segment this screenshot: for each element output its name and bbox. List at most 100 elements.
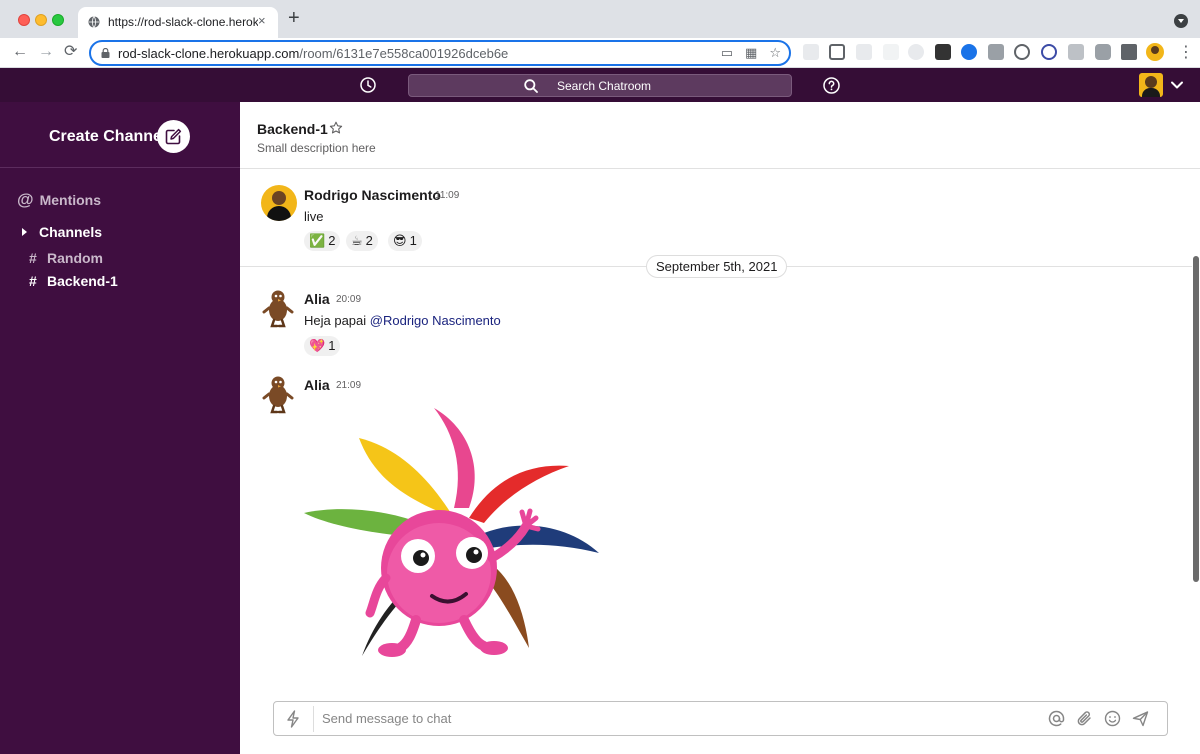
message-author[interactable]: Alia bbox=[304, 291, 330, 307]
channels-label: Channels bbox=[39, 224, 103, 240]
tab-search-icon[interactable] bbox=[1174, 14, 1188, 28]
message-scrollbar[interactable] bbox=[1193, 256, 1199, 582]
extension-eyedropper-icon[interactable] bbox=[803, 44, 819, 60]
qr-code-icon[interactable]: ▦ bbox=[745, 45, 757, 61]
reaction-check[interactable]: ✅ 2 bbox=[304, 231, 341, 251]
cast-icon[interactable]: ▭ bbox=[721, 45, 733, 61]
create-channel-button[interactable] bbox=[157, 120, 190, 153]
caret-right-icon bbox=[22, 228, 27, 236]
message-author[interactable]: Alia bbox=[304, 377, 330, 393]
search-chatroom-input[interactable]: Search Chatroom bbox=[408, 74, 792, 97]
channels-section-toggle[interactable]: Channels bbox=[22, 224, 102, 240]
globe-icon bbox=[88, 16, 100, 28]
extensions-puzzle-icon[interactable] bbox=[1121, 44, 1137, 60]
reaction-heart[interactable]: 💖 1 bbox=[304, 336, 341, 356]
new-tab-button[interactable]: + bbox=[288, 8, 300, 28]
minimize-window-button[interactable] bbox=[35, 14, 47, 26]
create-channel-label: Create Channel bbox=[49, 128, 167, 145]
date-divider: September 5th, 2021 bbox=[646, 255, 788, 278]
extension-search-icon[interactable] bbox=[908, 44, 924, 60]
extension-code-icon[interactable] bbox=[988, 44, 1004, 60]
extension-blank-icon[interactable] bbox=[883, 44, 899, 60]
sidebar-item-mentions[interactable]: @ Mentions bbox=[17, 190, 101, 210]
lock-icon bbox=[101, 48, 110, 58]
browser-toolbar: ← → ⟳ rod-slack-clone.herokuapp.com/room… bbox=[0, 38, 1200, 68]
extension-camera-icon[interactable] bbox=[1095, 44, 1111, 60]
channel-name: Backend-1 bbox=[47, 273, 118, 289]
message-input[interactable]: Send message to chat bbox=[322, 711, 451, 726]
extension-screenshot-icon[interactable] bbox=[829, 44, 845, 60]
message-text: live bbox=[304, 209, 324, 224]
chevron-down-icon[interactable] bbox=[1170, 78, 1184, 92]
profile-avatar[interactable] bbox=[1146, 43, 1164, 61]
avatar[interactable] bbox=[261, 185, 297, 221]
sticker-image[interactable] bbox=[304, 408, 604, 660]
omnibox-actions: ▭ ▦ ☆ bbox=[721, 45, 781, 61]
message-time: 11:09 bbox=[435, 190, 460, 201]
address-bar[interactable]: rod-slack-clone.herokuapp.com/room/6131e… bbox=[89, 40, 791, 66]
reaction-count: 1 bbox=[328, 338, 336, 353]
channel-title: Backend-1 bbox=[257, 121, 328, 137]
mentions-label: Mentions bbox=[39, 192, 102, 208]
send-icon[interactable] bbox=[1132, 710, 1149, 727]
coffee-emoji-icon: ☕ bbox=[351, 233, 363, 248]
message-author[interactable]: Rodrigo Nascimento bbox=[304, 187, 441, 203]
back-button[interactable]: ← bbox=[12, 43, 28, 61]
avatar[interactable] bbox=[262, 288, 294, 328]
composer-divider bbox=[313, 706, 314, 732]
extension-grid-icon[interactable] bbox=[856, 44, 872, 60]
message-composer: Send message to chat bbox=[273, 701, 1168, 736]
smiley-icon[interactable] bbox=[1104, 710, 1121, 727]
clock-icon[interactable] bbox=[360, 77, 376, 93]
reaction-sunglasses[interactable]: 😎 1 bbox=[388, 231, 422, 251]
browser-tab-bar: https://rod-slack-clone.herokuapp.com/ro… bbox=[0, 0, 1200, 38]
search-placeholder: Search Chatroom bbox=[557, 79, 652, 93]
extension-medium-icon[interactable] bbox=[935, 44, 951, 60]
star-icon[interactable] bbox=[329, 121, 343, 135]
at-icon: @ bbox=[17, 190, 34, 209]
message-list: Rodrigo Nascimento 11:09 live ✅ 2 ☕ 2 😎 1 S… bbox=[240, 170, 1192, 694]
sidebar-item-backend-1[interactable]: # Backend-1 bbox=[29, 273, 118, 289]
reaction-coffee[interactable]: ☕ 2 bbox=[346, 231, 378, 251]
sidebar: Create Channel @ Mentions Channels # Rando… bbox=[0, 102, 240, 754]
sunglasses-emoji-icon: 😎 bbox=[393, 233, 407, 248]
channel-name: Random bbox=[47, 250, 103, 266]
bolt-icon[interactable] bbox=[286, 710, 300, 728]
create-channel-row: Create Channel bbox=[0, 102, 240, 168]
user-avatar[interactable] bbox=[1139, 73, 1163, 97]
check-emoji-icon: ✅ bbox=[309, 233, 326, 248]
extension-circle-icon[interactable] bbox=[1014, 44, 1030, 60]
browser-tab[interactable]: https://rod-slack-clone.herokuapp.com/ro… bbox=[78, 7, 278, 38]
channel-description: Small description here bbox=[257, 141, 376, 155]
sparkling-heart-emoji-icon: 💖 bbox=[309, 338, 326, 353]
sidebar-item-random[interactable]: # Random bbox=[29, 250, 103, 266]
reaction-count: 2 bbox=[328, 233, 336, 248]
url-host: rod-slack-clone.herokuapp.com bbox=[118, 46, 300, 61]
message-text: Heja papai @Rodrigo Nascimento bbox=[304, 313, 501, 328]
tab-close-icon[interactable]: × bbox=[258, 13, 266, 28]
message-time: 20:09 bbox=[336, 294, 362, 305]
browser-menu-button[interactable]: ⋮ bbox=[1178, 42, 1194, 62]
search-icon bbox=[524, 79, 538, 93]
reload-button[interactable]: ⟳ bbox=[64, 43, 77, 61]
message-time: 21:09 bbox=[336, 380, 362, 391]
composer-actions bbox=[1048, 710, 1149, 727]
forward-button[interactable]: → bbox=[38, 43, 54, 61]
mention-link[interactable]: @Rodrigo Nascimento bbox=[370, 313, 501, 328]
extension-at-icon[interactable] bbox=[1041, 44, 1057, 60]
paperclip-icon[interactable] bbox=[1076, 710, 1093, 727]
question-circle-icon[interactable] bbox=[823, 77, 840, 94]
edit-icon bbox=[165, 128, 182, 145]
url-path: /room/6131e7e558ca001926dceb6e bbox=[299, 46, 509, 61]
maximize-window-button[interactable] bbox=[52, 14, 64, 26]
tab-title: https://rod-slack-clone.herokuapp.com/ro… bbox=[108, 15, 258, 29]
at-icon[interactable] bbox=[1048, 710, 1065, 727]
avatar[interactable] bbox=[262, 374, 294, 414]
extension-js-icon[interactable] bbox=[1068, 44, 1084, 60]
bookmark-star-icon[interactable]: ☆ bbox=[769, 45, 781, 61]
extension-blue-icon[interactable] bbox=[961, 44, 977, 60]
hash-icon: # bbox=[29, 273, 37, 289]
reaction-count: 1 bbox=[409, 233, 417, 248]
close-window-button[interactable] bbox=[18, 14, 30, 26]
channel-header: Backend-1 Small description here bbox=[240, 102, 1200, 169]
